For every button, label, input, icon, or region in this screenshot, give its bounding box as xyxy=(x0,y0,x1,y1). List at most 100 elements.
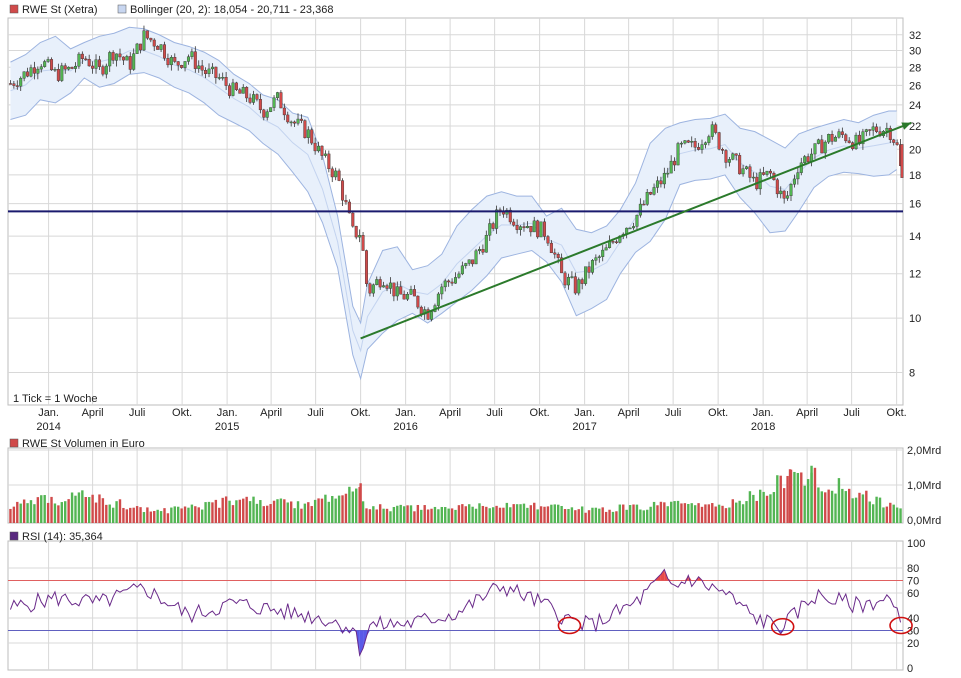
volume-bar xyxy=(78,492,80,523)
price-candle-up xyxy=(519,227,522,230)
price-candle-down xyxy=(821,140,824,153)
rsi-tick-label: 60 xyxy=(907,588,919,600)
price-candle-down xyxy=(112,52,115,60)
price-candle-up xyxy=(461,266,464,274)
price-candle-up xyxy=(43,61,46,66)
price-candle-down xyxy=(201,66,204,70)
price-candle-down xyxy=(687,141,690,143)
price-candle-up xyxy=(827,134,830,142)
volume-bar xyxy=(728,508,730,523)
price-candle-up xyxy=(666,173,669,174)
volume-bar xyxy=(249,501,251,523)
volume-bar xyxy=(280,499,282,523)
price-candle-down xyxy=(225,77,228,85)
price-candle-up xyxy=(732,154,735,160)
volume-bar xyxy=(204,502,206,523)
price-candle-down xyxy=(516,225,519,230)
price-candle-up xyxy=(170,57,173,65)
volume-bar xyxy=(831,491,833,523)
x-tick-label: April xyxy=(260,407,282,419)
price-candle-up xyxy=(232,83,235,96)
price-candle-down xyxy=(259,99,262,110)
price-candle-down xyxy=(300,119,303,121)
price-candle-up xyxy=(814,144,817,154)
volume-bar xyxy=(40,495,42,523)
volume-bar xyxy=(153,511,155,523)
chart-stage: 8101214161820222426283032Jan.2014AprilJu… xyxy=(0,0,961,678)
volume-bar xyxy=(547,506,549,523)
price-legend-swatch xyxy=(10,5,18,13)
price-candle-down xyxy=(129,56,132,69)
price-candle-down xyxy=(694,141,697,147)
price-candle-down xyxy=(379,279,382,287)
volume-bar xyxy=(492,507,494,523)
price-candle-up xyxy=(468,260,471,264)
price-candle-up xyxy=(19,78,22,86)
volume-bar xyxy=(208,502,210,523)
volume-bar xyxy=(218,508,220,523)
price-candle-up xyxy=(269,108,272,112)
volume-bar xyxy=(447,509,449,523)
volume-bar xyxy=(530,505,532,523)
volume-bar xyxy=(61,502,63,523)
price-candle-down xyxy=(848,141,851,143)
volume-bar xyxy=(495,506,497,523)
price-candle-down xyxy=(341,181,344,201)
price-candle-down xyxy=(769,171,772,173)
price-candle-up xyxy=(317,146,320,151)
price-candle-up xyxy=(221,77,224,78)
volume-bar xyxy=(615,511,617,523)
volume-bar xyxy=(396,506,398,523)
price-tick-label: 18 xyxy=(909,170,921,182)
volume-bar xyxy=(20,504,22,523)
volume-bar xyxy=(769,494,771,523)
volume-bar xyxy=(379,504,381,523)
volume-bar xyxy=(680,503,682,523)
volume-bar xyxy=(612,512,614,523)
volume-bar xyxy=(882,507,884,523)
price-candle-down xyxy=(725,150,728,162)
price-candle-up xyxy=(591,260,594,272)
volume-bar xyxy=(191,505,193,523)
price-candle-up xyxy=(266,112,269,118)
volume-bar xyxy=(502,508,504,523)
volume-bar xyxy=(821,491,823,523)
price-candle-down xyxy=(547,236,550,243)
price-candle-up xyxy=(526,226,529,228)
price-candle-down xyxy=(783,191,786,198)
volume-bar xyxy=(413,511,415,523)
volume-bar xyxy=(451,508,453,523)
price-candle-down xyxy=(328,154,331,169)
volume-bar xyxy=(293,508,295,523)
volume-bar xyxy=(732,499,734,523)
x-tick-label: Juli xyxy=(129,407,146,419)
volume-bar xyxy=(64,501,66,523)
volume-bar xyxy=(410,505,412,523)
volume-bar xyxy=(386,509,388,523)
price-candle-down xyxy=(714,125,717,133)
volume-bar xyxy=(461,504,463,523)
price-candle-up xyxy=(680,143,683,144)
volume-bar xyxy=(201,510,203,523)
rsi-tick-label: 80 xyxy=(907,563,919,575)
bollinger-lower-line xyxy=(10,73,896,379)
price-candle-up xyxy=(711,125,714,137)
price-candle-down xyxy=(369,284,372,293)
price-candle-down xyxy=(64,66,67,70)
volume-bar xyxy=(328,502,330,523)
price-candle-up xyxy=(324,154,327,156)
volume-bar xyxy=(297,501,299,523)
volume-bar xyxy=(554,504,556,523)
volume-bar xyxy=(177,507,179,523)
bollinger-band-fill xyxy=(10,27,896,378)
volume-bar xyxy=(560,506,562,523)
volume-bar xyxy=(697,503,699,523)
price-candle-down xyxy=(235,83,238,90)
rsi-highlight-circle xyxy=(772,619,794,635)
price-candle-up xyxy=(766,171,769,174)
x-tick-label: April xyxy=(82,407,104,419)
price-candle-down xyxy=(139,44,142,50)
price-candle-up xyxy=(571,277,574,278)
price-candle-down xyxy=(697,147,700,149)
price-candle-down xyxy=(738,155,741,174)
